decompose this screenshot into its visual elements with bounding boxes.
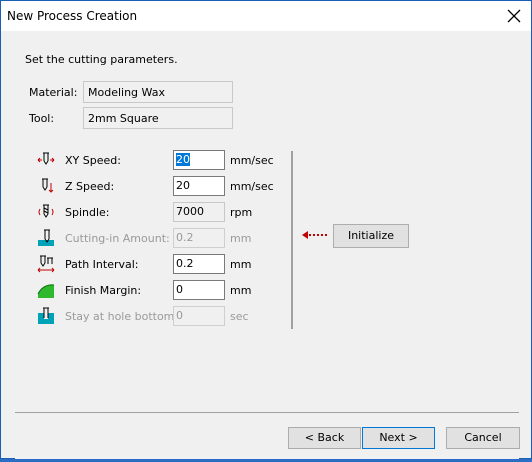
tool-label: Tool: — [29, 112, 55, 125]
initialize-button[interactable]: Initialize — [333, 224, 409, 248]
title-bar: New Process Creation — [1, 1, 531, 31]
window-title: New Process Creation — [7, 9, 138, 23]
finish-margin-icon — [37, 281, 55, 299]
path-interval-input[interactable]: 0.2 — [173, 254, 225, 274]
next-button[interactable]: Next > — [362, 427, 435, 449]
footer-divider — [15, 412, 519, 413]
path-interval-icon — [37, 255, 55, 273]
z-speed-unit: mm/sec — [230, 180, 274, 193]
spindle-unit: rpm — [230, 206, 253, 219]
spindle-label: Spindle: — [65, 206, 110, 219]
xy-speed-value: 20 — [176, 153, 190, 166]
material-field: Modeling Wax — [83, 81, 233, 103]
tool-field: 2mm Square — [83, 107, 233, 129]
cutting-in-unit: mm — [230, 232, 252, 245]
path-interval-unit: mm — [230, 258, 252, 271]
cancel-button[interactable]: Cancel — [446, 427, 520, 449]
xy-speed-input[interactable]: 20 — [173, 150, 225, 170]
cutting-in-label: Cutting-in Amount: — [65, 232, 170, 245]
dialog-client: Set the cutting parameters. Material: Mo… — [15, 31, 520, 460]
z-speed-input[interactable]: 20 — [173, 176, 225, 196]
cutting-in-icon — [37, 229, 55, 247]
spindle-icon — [37, 203, 55, 221]
vertical-divider — [291, 151, 293, 329]
stay-hole-input: 0 — [173, 306, 225, 326]
z-speed-icon — [37, 177, 55, 195]
path-interval-label: Path Interval: — [65, 258, 139, 271]
material-label: Material: — [29, 86, 78, 99]
xy-speed-unit: mm/sec — [230, 154, 274, 167]
back-button[interactable]: < Back — [288, 427, 361, 449]
cutting-in-input: 0.2 — [173, 228, 225, 248]
finish-margin-unit: mm — [230, 284, 252, 297]
xy-speed-icon — [37, 151, 55, 169]
stay-hole-icon — [37, 307, 55, 325]
finish-margin-label: Finish Margin: — [65, 284, 142, 297]
stay-hole-label: Stay at hole bottom: — [65, 310, 179, 323]
spindle-field: 7000 — [173, 202, 225, 222]
dialog-window: New Process Creation Set the cutting par… — [0, 0, 532, 460]
left-arrow-icon — [301, 229, 329, 241]
close-icon[interactable] — [501, 4, 527, 28]
xy-speed-label: XY Speed: — [65, 154, 121, 167]
stay-hole-unit: sec — [230, 310, 249, 323]
finish-margin-input[interactable]: 0 — [173, 280, 225, 300]
z-speed-label: Z Speed: — [65, 180, 115, 193]
instruction-text: Set the cutting parameters. — [25, 53, 178, 66]
